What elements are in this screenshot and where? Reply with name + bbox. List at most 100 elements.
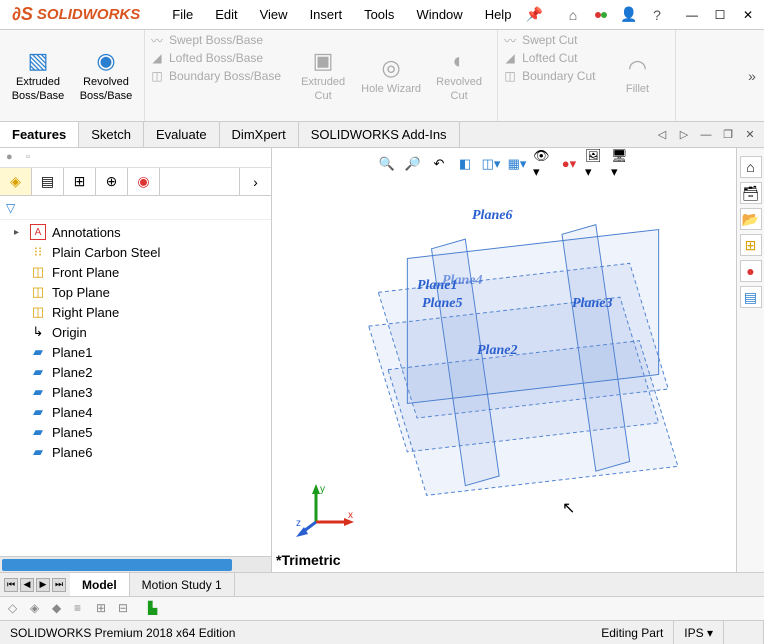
boundary-boss-button[interactable]: ◫Boundary Boss/Base — [149, 68, 281, 84]
tree-item-right-plane[interactable]: ◫Right Plane — [0, 302, 271, 322]
filter-icon[interactable]: ▽ — [6, 201, 15, 215]
fm-tab-dimxpertmanager[interactable]: ⊕ — [96, 168, 128, 195]
fillet-button[interactable]: ◠ Fillet — [607, 55, 667, 96]
tree-item-material[interactable]: ⁝⁝Plain Carbon Steel — [0, 242, 271, 262]
task-custom-props-icon[interactable]: ▤ — [740, 286, 762, 308]
boundary-cut-button[interactable]: ◫Boundary Cut — [502, 68, 595, 84]
view-orientation-icon[interactable]: ◫▾ — [481, 154, 501, 174]
menu-edit[interactable]: Edit — [205, 3, 247, 26]
tab-left-arrow-icon[interactable]: ◁ — [654, 127, 670, 143]
edit-appearance-icon[interactable]: ●▾ — [559, 154, 579, 174]
graphics-area[interactable]: 🔍 🔎 ↶ ◧ ◫▾ ▦▾ 👁▾ ●▾ 🖼▾ 🖥▾ — [272, 148, 736, 572]
menu-view[interactable]: View — [250, 3, 298, 26]
menu-tools[interactable]: Tools — [354, 3, 404, 26]
apply-scene-icon[interactable]: 🖼▾ — [585, 154, 605, 174]
task-file-explorer-icon[interactable]: 📂 — [740, 208, 762, 230]
bt-icon-6[interactable]: ⊟ — [118, 601, 134, 617]
zoom-area-icon[interactable]: 🔎 — [403, 154, 423, 174]
revolved-cut-button[interactable]: ◐ Revolved Cut — [429, 48, 489, 102]
swept-boss-button[interactable]: 〰Swept Boss/Base — [149, 32, 281, 48]
menu-file[interactable]: File — [162, 3, 203, 26]
extruded-cut-button[interactable]: ▣ Extruded Cut — [293, 48, 353, 102]
menu-help[interactable]: Help — [475, 3, 522, 26]
bt-icon-4[interactable]: ≡ — [74, 601, 90, 617]
tree-item-plane2[interactable]: ▰Plane2 — [0, 362, 271, 382]
lofted-boss-button[interactable]: ◢Lofted Boss/Base — [149, 50, 281, 66]
extruded-boss-label: Extruded Boss/Base — [8, 76, 68, 102]
tree-item-plane3[interactable]: ▰Plane3 — [0, 382, 271, 402]
fm-tab-overflow[interactable]: › — [239, 168, 271, 195]
view-triad[interactable]: y x z — [296, 482, 356, 542]
minimize-button[interactable]: — — [680, 4, 704, 26]
bt-nav-prev[interactable]: ◀ — [20, 578, 34, 592]
revolved-boss-button[interactable]: ◉ Revolved Boss/Base — [76, 48, 136, 102]
close-button[interactable]: ✕ — [736, 4, 760, 26]
tree-item-annotations[interactable]: ▸AAnnotations — [0, 222, 271, 242]
fm-tab-featuremanager[interactable]: ◈ — [0, 168, 32, 195]
task-view-palette-icon[interactable]: ⊞ — [740, 234, 762, 256]
task-appearances-icon[interactable]: ● — [740, 260, 762, 282]
previous-view-icon[interactable]: ↶ — [429, 154, 449, 174]
display-style-icon[interactable]: ▦▾ — [507, 154, 527, 174]
tree-horizontal-scrollbar[interactable] — [0, 556, 271, 572]
bt-icon-play[interactable]: ▙ — [148, 601, 164, 617]
swept-cut-button[interactable]: 〰Swept Cut — [502, 32, 595, 48]
bottom-tab-motion[interactable]: Motion Study 1 — [130, 573, 235, 596]
tree-item-plane4[interactable]: ▰Plane4 — [0, 402, 271, 422]
tree-item-top-plane[interactable]: ◫Top Plane — [0, 282, 271, 302]
bt-icon-2[interactable]: ◈ — [30, 601, 46, 617]
bottom-tab-model[interactable]: Model — [70, 573, 130, 596]
task-home-icon[interactable]: ⌂ — [740, 156, 762, 178]
expand-icon[interactable]: ▸ — [14, 227, 24, 238]
tree-item-plane5[interactable]: ▰Plane5 — [0, 422, 271, 442]
fm-tab-displaymanager[interactable]: ◉ — [128, 168, 160, 195]
tab-evaluate[interactable]: Evaluate — [144, 122, 220, 147]
home-icon[interactable]: ⌂ — [562, 4, 584, 26]
section-view-icon[interactable]: ◧ — [455, 154, 475, 174]
tree-item-front-plane[interactable]: ◫Front Plane — [0, 262, 271, 282]
bt-nav-first[interactable]: ⏮ — [4, 578, 18, 592]
bt-icon-5[interactable]: ⊞ — [96, 601, 112, 617]
tree-item-plane6[interactable]: ▰Plane6 — [0, 442, 271, 462]
tab-dimxpert[interactable]: DimXpert — [220, 122, 299, 147]
ribbon-overflow[interactable]: » — [740, 30, 764, 121]
hide-show-icon[interactable]: 👁▾ — [533, 154, 553, 174]
tab-addins[interactable]: SOLIDWORKS Add-Ins — [299, 122, 460, 147]
hole-wizard-button[interactable]: ◎ Hole Wizard — [361, 48, 421, 102]
maximize-button[interactable]: ☐ — [708, 4, 732, 26]
qat-dot-icon[interactable]: ● — [6, 151, 20, 165]
traffic-light-icon[interactable] — [590, 4, 612, 26]
bt-icon-1[interactable]: ◇ — [8, 601, 24, 617]
task-library-icon[interactable]: 🗃 — [740, 182, 762, 204]
view-settings-icon[interactable]: 🖥▾ — [611, 154, 631, 174]
user-icon[interactable]: 👤 — [618, 4, 640, 26]
boundary-cut-label: Boundary Cut — [522, 69, 595, 83]
menu-insert[interactable]: Insert — [300, 3, 353, 26]
extruded-boss-button[interactable]: ▧ Extruded Boss/Base — [8, 48, 68, 102]
lofted-cut-button[interactable]: ◢Lofted Cut — [502, 50, 595, 66]
tree-item-origin[interactable]: ↳Origin — [0, 322, 271, 342]
zoom-fit-icon[interactable]: 🔍 — [377, 154, 397, 174]
menu-window[interactable]: Window — [406, 3, 472, 26]
scrollbar-thumb[interactable] — [2, 559, 232, 571]
status-units[interactable]: IPS ▾ — [674, 621, 724, 644]
doc-minimize-icon[interactable]: — — [698, 127, 714, 143]
app-brand: SOLIDWORKS — [37, 6, 140, 23]
pin-icon[interactable]: 📌 — [523, 3, 545, 25]
fm-tab-configurationmanager[interactable]: ⊞ — [64, 168, 96, 195]
plane3-label: Plane3 — [572, 296, 612, 312]
bt-nav-last[interactable]: ⏭ — [52, 578, 66, 592]
menubar-right: ⌂ 👤 ? — ☐ ✕ — [562, 4, 760, 26]
bt-icon-3[interactable]: ◆ — [52, 601, 68, 617]
qat-square-icon[interactable]: ▫ — [26, 151, 40, 165]
tab-sketch[interactable]: Sketch — [79, 122, 144, 147]
canvas[interactable]: Plane6 Plane1 Plane5 Plane3 Plane2 Plane… — [272, 148, 736, 572]
bt-nav-next[interactable]: ▶ — [36, 578, 50, 592]
tree-item-plane1[interactable]: ▰Plane1 — [0, 342, 271, 362]
doc-close-icon[interactable]: ✕ — [742, 127, 758, 143]
help-icon[interactable]: ? — [646, 4, 668, 26]
tab-right-arrow-icon[interactable]: ▷ — [676, 127, 692, 143]
tab-features[interactable]: Features — [0, 122, 79, 147]
doc-restore-icon[interactable]: ❐ — [720, 127, 736, 143]
fm-tab-propertymanager[interactable]: ▤ — [32, 168, 64, 195]
